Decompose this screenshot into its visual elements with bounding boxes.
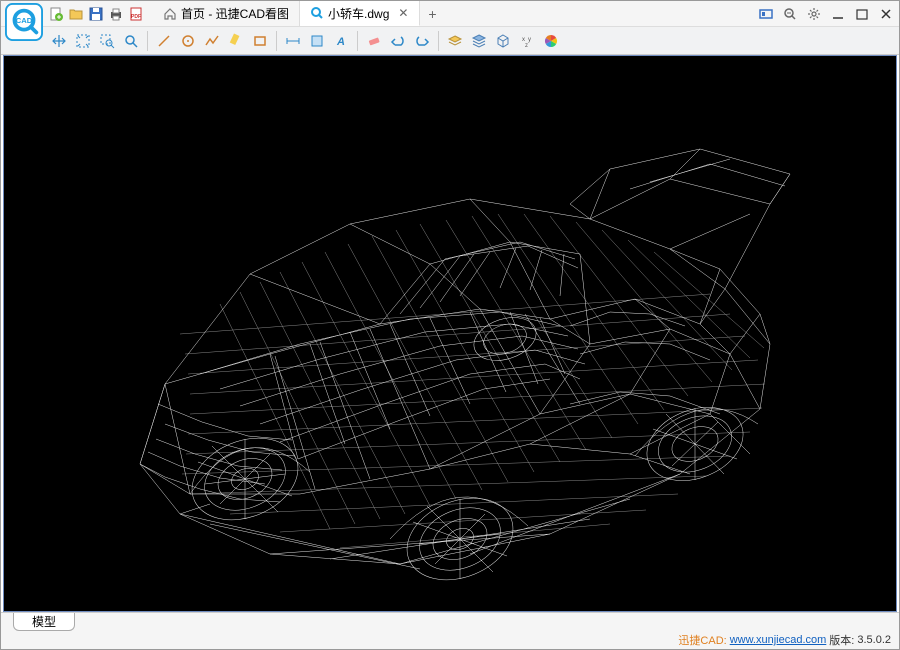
- tab-close-button[interactable]: ✕: [397, 7, 409, 19]
- screenshot-button[interactable]: [757, 5, 775, 23]
- circle-tool[interactable]: [176, 30, 200, 52]
- tab-home[interactable]: 首页 - 迅捷CAD看图: [153, 1, 300, 26]
- titlebar: CAD PDF 首页 - 迅捷CAD看图 小轿车.dwg ✕ +: [1, 1, 899, 27]
- svg-text:y: y: [528, 37, 531, 43]
- tab-home-label: 首页 - 迅捷CAD看图: [181, 5, 289, 22]
- cad-file-icon: [310, 6, 324, 20]
- minimize-button[interactable]: [829, 5, 847, 23]
- layers-button[interactable]: [443, 30, 467, 52]
- maximize-button[interactable]: [853, 5, 871, 23]
- tab-file[interactable]: 小轿车.dwg ✕: [300, 1, 420, 26]
- save-button[interactable]: [87, 5, 105, 23]
- close-window-button[interactable]: [877, 5, 895, 23]
- text-tool[interactable]: A: [329, 30, 353, 52]
- pan-tool[interactable]: [47, 30, 71, 52]
- svg-text:PDF: PDF: [131, 14, 141, 20]
- tab-add-button[interactable]: +: [420, 6, 444, 22]
- home-icon: [163, 7, 177, 21]
- tab-file-label: 小轿车.dwg: [328, 5, 389, 22]
- undo-button[interactable]: [386, 30, 410, 52]
- line-tool[interactable]: [152, 30, 176, 52]
- pdf-export-button[interactable]: PDF: [127, 5, 145, 23]
- settings-button[interactable]: [805, 5, 823, 23]
- model-tab[interactable]: 模型: [13, 613, 75, 631]
- layout-tabs: 模型: [1, 612, 899, 631]
- print-button[interactable]: [107, 5, 125, 23]
- zoom-out-button[interactable]: [781, 5, 799, 23]
- wireframe-model: [70, 74, 830, 594]
- zoom-tool[interactable]: [119, 30, 143, 52]
- status-bar: 迅捷CAD: www.xunjiecad.com 版本: 3.5.0.2: [1, 631, 899, 649]
- status-link[interactable]: www.xunjiecad.com: [730, 634, 827, 646]
- color-picker-button[interactable]: [539, 30, 563, 52]
- model-tab-label: 模型: [32, 613, 56, 630]
- polyline-tool[interactable]: [200, 30, 224, 52]
- status-version-label: 版本:: [829, 632, 854, 648]
- status-version: 3.5.0.2: [857, 634, 891, 646]
- svg-text:CAD: CAD: [16, 15, 33, 24]
- rectangle-tool[interactable]: [248, 30, 272, 52]
- window-controls: [757, 5, 895, 23]
- layer-manager-button[interactable]: [467, 30, 491, 52]
- redo-button[interactable]: [410, 30, 434, 52]
- new-file-button[interactable]: [47, 5, 65, 23]
- drawing-viewport[interactable]: [3, 55, 897, 612]
- measure-distance-tool[interactable]: [281, 30, 305, 52]
- measure-area-tool[interactable]: [305, 30, 329, 52]
- quick-access-toolbar: PDF: [47, 5, 145, 23]
- svg-text:z: z: [525, 43, 528, 49]
- document-tabs: 首页 - 迅捷CAD看图 小轿车.dwg ✕ +: [153, 1, 757, 26]
- highlight-tool[interactable]: [224, 30, 248, 52]
- coordinate-button[interactable]: xyz: [515, 30, 539, 52]
- svg-text:A: A: [336, 36, 345, 48]
- open-file-button[interactable]: [67, 5, 85, 23]
- app-logo-icon: CAD: [5, 3, 43, 41]
- zoom-window-tool[interactable]: [95, 30, 119, 52]
- 3d-view-button[interactable]: [491, 30, 515, 52]
- main-toolbar: A xyz: [1, 27, 899, 55]
- zoom-extents-tool[interactable]: [71, 30, 95, 52]
- erase-tool[interactable]: [362, 30, 386, 52]
- status-brand: 迅捷CAD:: [678, 632, 726, 648]
